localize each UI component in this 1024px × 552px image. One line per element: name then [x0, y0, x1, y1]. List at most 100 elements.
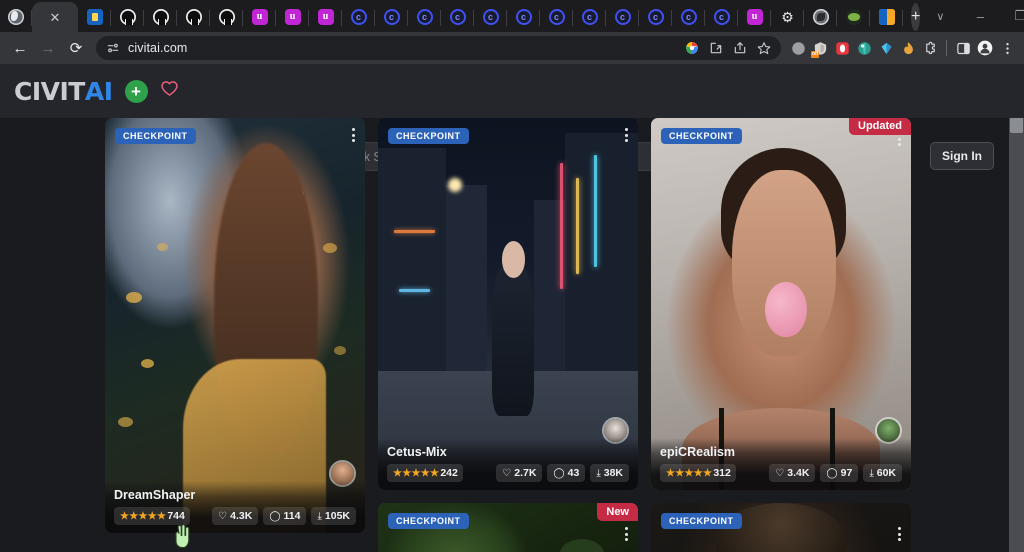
browser-tab-7[interactable]	[210, 2, 243, 32]
browser-tab-19[interactable]: c	[606, 2, 639, 32]
browser-tab-8[interactable]: u	[243, 2, 276, 32]
browser-tab-active-civitai[interactable]: ✕	[32, 2, 78, 32]
civitai-icon: c	[582, 9, 598, 25]
browser-tab-21[interactable]: c	[672, 2, 705, 32]
puzzle-extensions-icon[interactable]	[919, 37, 941, 59]
bookmark-star-icon[interactable]	[753, 37, 775, 59]
google-lens-icon[interactable]	[681, 37, 703, 59]
three-dot-menu-icon[interactable]	[996, 37, 1018, 59]
browser-tab-23[interactable]: u	[738, 2, 771, 32]
udemy-icon: u	[285, 9, 301, 25]
updated-badge: Updated	[849, 118, 911, 135]
type-badge: CHECKPOINT	[388, 513, 469, 529]
likes-pill: ♡ 3.4K	[769, 464, 815, 482]
gray-circle-extension-icon[interactable]	[787, 37, 809, 59]
civitai-logo[interactable]: CIVITAI	[14, 77, 113, 106]
address-bar[interactable]: civitai.com	[96, 36, 781, 60]
model-card-row2-col3[interactable]: CHECKPOINT	[651, 503, 911, 552]
card-menu-icon[interactable]	[625, 527, 628, 541]
downloads-pill: ⤓ 38K	[590, 464, 629, 482]
adblock-off-tag: off	[811, 51, 819, 58]
diamond-extension-icon[interactable]	[875, 37, 897, 59]
udemy-icon: u	[747, 9, 763, 25]
minimize-button[interactable]: –	[960, 0, 1000, 32]
profile-avatar-icon[interactable]	[974, 37, 996, 59]
civitai-icon: c	[615, 9, 631, 25]
browser-tab-24[interactable]: ⚙	[771, 2, 804, 32]
browser-tab-12[interactable]: c	[375, 2, 408, 32]
model-title[interactable]: Cetus-Mix	[387, 445, 629, 459]
back-button[interactable]: ←	[6, 34, 34, 62]
opera-extension-icon[interactable]	[831, 37, 853, 59]
type-badge: CHECKPOINT	[661, 128, 742, 144]
new-tab-button[interactable]: +	[911, 3, 920, 31]
reload-button[interactable]: ⟳	[62, 34, 90, 62]
browser-tab-20[interactable]: c	[639, 2, 672, 32]
card-menu-icon[interactable]	[625, 128, 628, 142]
model-title[interactable]: DreamShaper	[114, 488, 356, 502]
civitai-icon: c	[714, 9, 730, 25]
share-icon[interactable]	[729, 37, 751, 59]
model-card-cetus-mix[interactable]: CHECKPOINT Cetus-Mix ★★★★★ 242	[378, 118, 638, 490]
model-title[interactable]: epiCRealism	[660, 445, 902, 459]
browser-tab-25[interactable]	[804, 2, 837, 32]
page-scrollbar-track[interactable]	[1009, 64, 1024, 552]
browser-tab-9[interactable]: u	[276, 2, 309, 32]
browser-tab-27[interactable]	[870, 2, 903, 32]
browser-tab-14[interactable]: c	[441, 2, 474, 32]
github-icon	[153, 9, 169, 25]
comment-icon: ◯	[553, 468, 564, 479]
page-info-icon[interactable]	[105, 40, 121, 56]
browser-tab-22[interactable]: c	[705, 2, 738, 32]
browser-tab-4[interactable]	[111, 2, 144, 32]
tab-search-button[interactable]: ∨	[920, 0, 960, 32]
browser-tab-16[interactable]: c	[507, 2, 540, 32]
browser-tab-6[interactable]	[177, 2, 210, 32]
browser-tab-3[interactable]	[78, 2, 111, 32]
browser-tab-26[interactable]	[837, 2, 870, 32]
install-app-icon[interactable]	[705, 37, 727, 59]
maximize-button[interactable]: ❐	[1000, 0, 1024, 32]
github-icon	[120, 9, 136, 25]
model-thumbnail: CHECKPOINT New	[378, 503, 638, 552]
browser-tab-18[interactable]: c	[573, 2, 606, 32]
create-button[interactable]: +	[125, 80, 148, 103]
logo-text-civit: CIVIT	[14, 77, 85, 106]
browser-tab-15[interactable]: c	[474, 2, 507, 32]
civitai-icon: c	[351, 9, 367, 25]
browser-tab-1[interactable]	[0, 2, 32, 32]
likes-count: 4.3K	[230, 510, 252, 522]
preview-image-bubblegum-portrait	[651, 118, 911, 490]
tab-strip: ✕ u u u c c c	[0, 0, 1024, 32]
downloads-count: 38K	[604, 467, 623, 479]
downloads-count: 105K	[325, 510, 350, 522]
globe-extension-icon[interactable]	[853, 37, 875, 59]
download-icon: ⤓	[596, 468, 600, 479]
grid-column-3: CHECKPOINT Updated epiCRealism ★★★★★ 31	[651, 118, 911, 552]
card-menu-icon[interactable]	[352, 128, 355, 142]
side-panel-icon[interactable]	[952, 37, 974, 59]
downloads-pill: ⤓ 60K	[863, 464, 902, 482]
heart-icon[interactable]	[160, 80, 179, 102]
adblock-off-extension-icon[interactable]: off	[809, 37, 831, 59]
model-card-dreamshaper[interactable]: CHECKPOINT DreamShaper ★★★★★ 744	[105, 118, 365, 533]
flame-extension-icon[interactable]	[897, 37, 919, 59]
model-thumbnail: CHECKPOINT	[651, 503, 911, 552]
browser-tab-13[interactable]: c	[408, 2, 441, 32]
civitai-icon: c	[648, 9, 664, 25]
model-card-row2-col2[interactable]: CHECKPOINT New	[378, 503, 638, 552]
comment-icon: ◯	[269, 511, 280, 522]
star-icon: ★★★★★	[666, 468, 712, 479]
model-card-epicrealism[interactable]: CHECKPOINT Updated epiCRealism ★★★★★ 31	[651, 118, 911, 490]
card-menu-icon[interactable]	[898, 527, 901, 541]
browser-tab-5[interactable]	[144, 2, 177, 32]
browser-tab-17[interactable]: c	[540, 2, 573, 32]
site-header: CIVITAI +	[0, 64, 1024, 118]
browser-tab-10[interactable]: u	[309, 2, 342, 32]
rating-count: 242	[440, 467, 458, 479]
model-stats: ★★★★★ 744 ♡ 4.3K ◯ 114	[114, 507, 356, 525]
close-icon[interactable]: ✕	[50, 11, 61, 24]
browser-tab-11[interactable]: c	[342, 2, 375, 32]
forward-button[interactable]: →	[34, 34, 62, 62]
like-icon: ♡	[502, 468, 511, 479]
